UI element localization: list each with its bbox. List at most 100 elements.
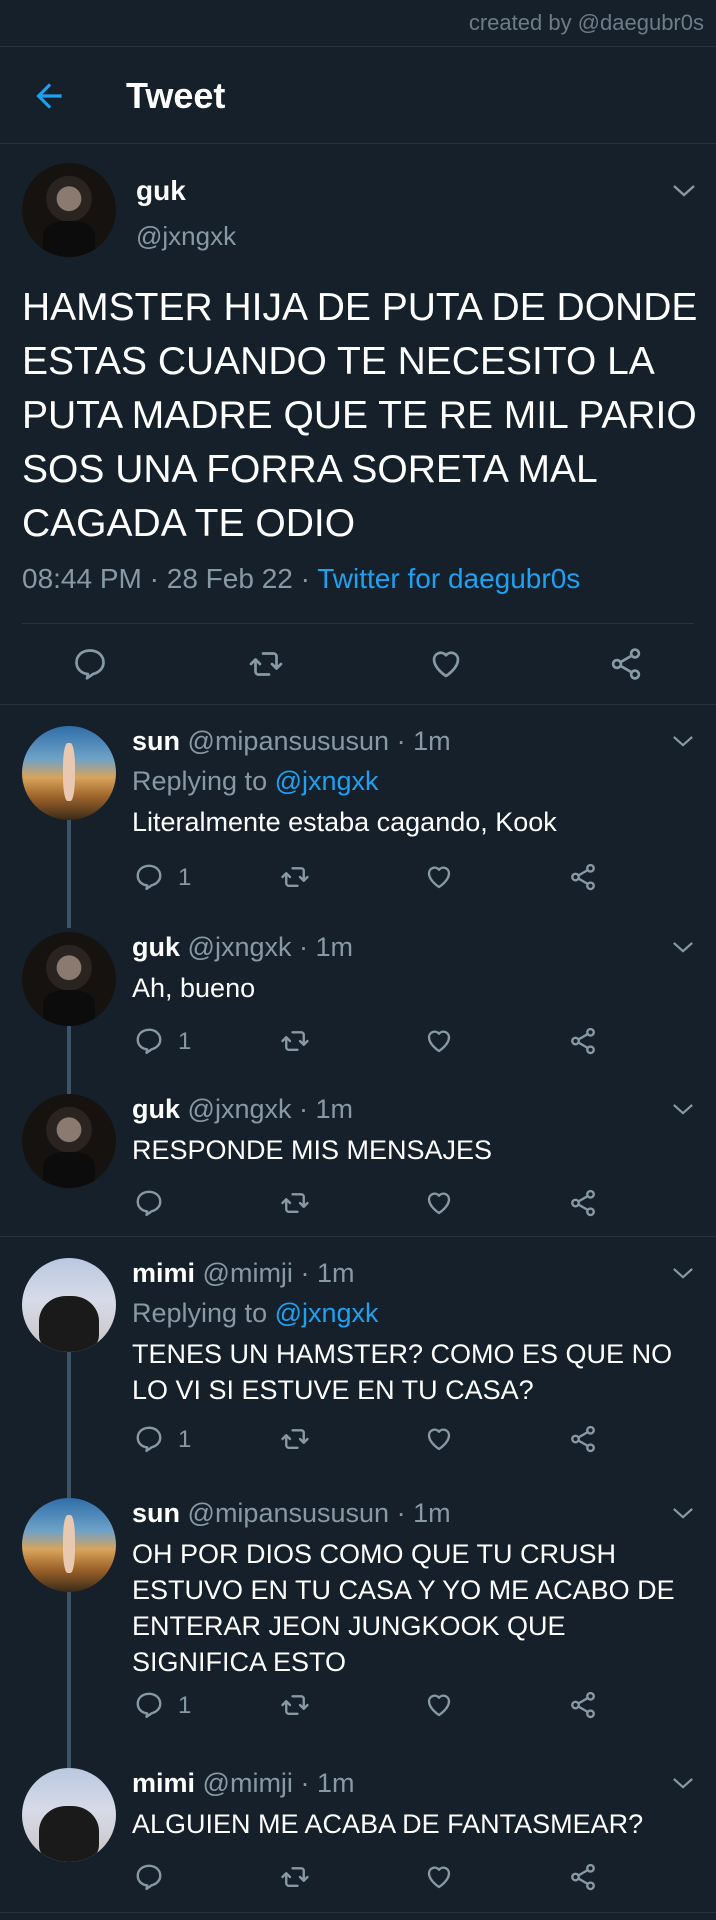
reply-header: guk @jxngxk · 1m [132,1094,353,1125]
reply-tweet[interactable]: guk @jxngxk · 1m Ah, bueno 1 [0,930,716,1070]
reply-actions: 1 [132,1424,612,1460]
share-icon[interactable] [568,862,598,892]
meta-separator: · [396,726,406,756]
reply-icon[interactable] [134,1188,164,1218]
replying-to: Replying to @jxngxk [132,1298,379,1329]
tweet-meta: 08:44 PM · 28 Feb 22 · Twitter for daegu… [22,563,580,595]
author-name[interactable]: mimi [132,1768,195,1798]
chevron-down-icon[interactable] [672,1266,696,1282]
reply-header: mimi @mimji · 1m [132,1768,354,1799]
retweet-icon[interactable] [280,1690,310,1720]
tweet-date: 28 Feb 22 [166,563,293,594]
reply-text: RESPONDE MIS MENSAJES [132,1135,493,1165]
chevron-down-icon[interactable] [672,1506,696,1522]
reply-icon[interactable] [134,1862,164,1892]
chevron-down-icon[interactable] [672,183,696,199]
reply-header: mimi @mimji · 1m [132,1258,354,1289]
tweet-source[interactable]: Twitter for daegubr0s [317,563,580,594]
reply-tweet[interactable]: sun @mipansususun · 1m OH POR DIOS COMO … [0,1496,716,1736]
avatar[interactable] [22,1498,116,1592]
meta-separator: · [300,563,318,594]
author-handle[interactable]: @jxngxk [136,221,236,252]
reply-actions [132,1188,612,1224]
retweet-icon[interactable] [280,1026,310,1056]
meta-separator: · [300,1768,310,1798]
reply-icon[interactable] [134,862,164,892]
retweet-icon[interactable] [280,1862,310,1892]
author-name[interactable]: mimi [132,1258,195,1288]
reply-icon[interactable] [134,1690,164,1720]
avatar[interactable] [22,1258,116,1352]
avatar[interactable] [22,932,116,1026]
replying-to: Replying to @jxngxk [132,766,379,797]
retweet-icon[interactable] [280,1188,310,1218]
heart-icon[interactable] [424,1424,454,1454]
reply-icon[interactable] [72,646,108,682]
share-icon[interactable] [608,646,644,682]
reply-time: 1m [315,1094,354,1124]
author-handle[interactable]: @mimji [203,1258,293,1288]
author-handle[interactable]: @mipansususun [188,726,390,756]
reply-time: 1m [316,1768,355,1798]
reply-count: 1 [178,1028,192,1055]
replying-label: Replying to [132,766,268,796]
reply-count: 1 [178,1426,192,1453]
reply-tweet[interactable]: guk @jxngxk · 1m RESPONDE MIS MENSAJES [0,1092,716,1232]
replying-label: Replying to [132,1298,268,1328]
heart-icon[interactable] [424,1690,454,1720]
avatar[interactable] [22,1768,116,1862]
share-icon[interactable] [568,1424,598,1454]
author-name[interactable]: guk [132,932,180,962]
page-title: Tweet [126,75,226,116]
avatar[interactable] [22,163,116,257]
reply-actions: 1 [132,1026,612,1062]
heart-icon[interactable] [424,1026,454,1056]
chevron-down-icon[interactable] [672,734,696,750]
divider [0,1912,716,1913]
avatar[interactable] [22,1094,116,1188]
author-handle[interactable]: @mimji [203,1768,293,1798]
heart-icon[interactable] [424,862,454,892]
meta-separator: · [396,1498,406,1528]
reply-tweet[interactable]: sun @mipansususun · 1m Replying to @jxng… [0,724,716,904]
reply-actions [132,1862,612,1898]
retweet-icon[interactable] [280,1424,310,1454]
reply-icon[interactable] [134,1424,164,1454]
reply-actions: 1 [132,1690,612,1726]
chevron-down-icon[interactable] [672,1102,696,1118]
divider [0,1236,716,1237]
back-arrow-icon[interactable] [30,77,68,115]
author-name[interactable]: sun [132,726,180,756]
heart-icon[interactable] [424,1188,454,1218]
replying-to-handle[interactable]: @jxngxk [275,1298,379,1328]
tweet-text: HAMSTER HIJA DE PUTA DE DONDE ESTAS CUAN… [22,286,698,545]
share-icon[interactable] [568,1026,598,1056]
retweet-icon[interactable] [280,862,310,892]
reply-tweet[interactable]: mimi @mimji · 1m ALGUIEN ME ACABA DE FAN… [0,1766,716,1906]
share-icon[interactable] [568,1862,598,1892]
reply-text: Ah, bueno [132,973,256,1003]
author-handle[interactable]: @jxngxk [188,932,292,962]
reply-tweet[interactable]: mimi @mimji · 1m Replying to @jxngxk TEN… [0,1256,716,1470]
author-name[interactable]: guk [136,175,186,207]
reply-text: Literalmente estaba cagando, Kook [132,807,557,837]
heart-icon[interactable] [428,646,464,682]
author-handle[interactable]: @jxngxk [188,1094,292,1124]
author-name[interactable]: guk [132,1094,180,1124]
chevron-down-icon[interactable] [672,1776,696,1792]
avatar[interactable] [22,726,116,820]
author-name[interactable]: sun [132,1498,180,1528]
author-handle[interactable]: @mipansususun [188,1498,390,1528]
share-icon[interactable] [568,1188,598,1218]
reply-icon[interactable] [134,1026,164,1056]
reply-text: ALGUIEN ME ACABA DE FANTASMEAR? [132,1809,644,1839]
retweet-icon[interactable] [248,646,284,682]
meta-separator: · [300,1258,310,1288]
reply-time: 1m [413,1498,451,1528]
replying-to-handle[interactable]: @jxngxk [275,766,379,796]
share-icon[interactable] [568,1690,598,1720]
heart-icon[interactable] [424,1862,454,1892]
chevron-down-icon[interactable] [672,940,696,956]
reply-count: 1 [178,864,192,891]
reply-header: guk @jxngxk · 1m [132,932,353,963]
